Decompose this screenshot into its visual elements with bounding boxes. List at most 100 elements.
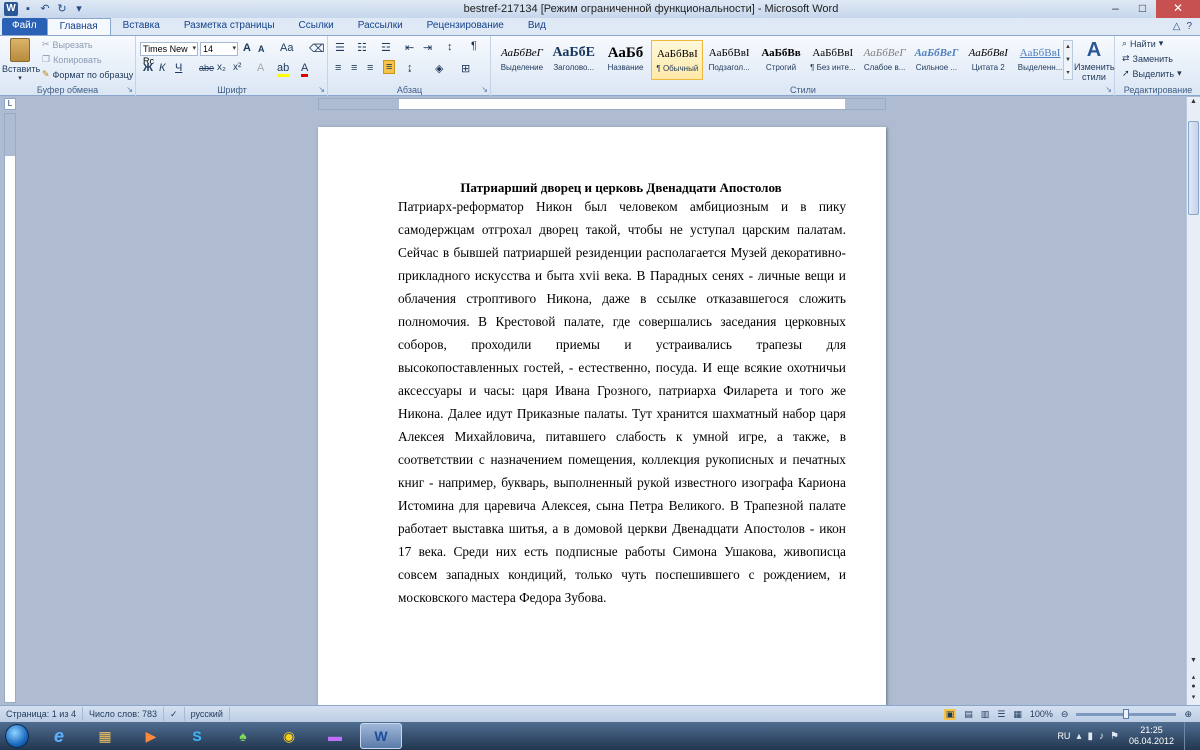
show-desktop-button[interactable] (1184, 722, 1194, 750)
spellcheck-icon[interactable]: ✓ (164, 707, 185, 721)
align-right-icon[interactable]: ≡ (367, 62, 373, 74)
style-subtitle[interactable]: АаБбВвІ Подзагол... (703, 40, 755, 80)
align-center-icon[interactable]: ≡ (351, 62, 357, 74)
tab-insert[interactable]: Вставка (111, 18, 172, 35)
language-indicator[interactable]: русский (185, 707, 230, 721)
word-taskbar-icon[interactable]: W (360, 723, 402, 749)
align-left-icon[interactable]: ≡ (335, 62, 341, 74)
dialog-launcher-icon[interactable]: ↘ (481, 85, 488, 94)
superscript-button[interactable]: x² (233, 62, 241, 73)
style-normal[interactable]: АаБбВвІ ¶ Обычный (651, 40, 704, 80)
style-subtle-emphasis[interactable]: АаБбВеГ Слабое в... (859, 40, 911, 80)
style-intense-quote[interactable]: АаБбВвІ Выделенн... (1014, 40, 1066, 80)
change-styles-button[interactable]: A Изменить стили (1074, 38, 1115, 82)
dialog-launcher-icon[interactable]: ↘ (126, 85, 133, 94)
volume-icon[interactable]: ♪ (1099, 731, 1104, 742)
bold-button[interactable]: Ж (143, 62, 153, 74)
outline-icon[interactable]: ☰ (997, 709, 1005, 720)
vertical-scrollbar[interactable]: ▲ ▼ ▴ ● ▾ (1186, 97, 1200, 705)
next-page-icon[interactable]: ▾ (1188, 693, 1199, 704)
tab-page-layout[interactable]: Разметка страницы (172, 18, 287, 35)
find-button[interactable]: ⌕ Найти ▾ (1122, 38, 1163, 49)
undo-icon[interactable]: ↶ (38, 2, 52, 16)
replace-button[interactable]: ⇄ Заменить (1122, 53, 1173, 64)
draft-icon[interactable]: ▦ (1013, 709, 1022, 720)
vertical-ruler[interactable] (4, 113, 16, 703)
start-button[interactable] (0, 722, 34, 750)
font-size-combo[interactable]: 14 ▾ (200, 42, 238, 56)
style-intense-emphasis[interactable]: АаБбВеГ Сильное ... (911, 40, 963, 80)
decrease-indent-icon[interactable]: ⇤ (405, 41, 414, 54)
tab-home[interactable]: Главная (46, 18, 111, 35)
dialog-launcher-icon[interactable]: ↘ (318, 85, 325, 94)
flag-icon[interactable]: ⚑ (1110, 731, 1119, 742)
style-strong[interactable]: АаБбВв Строгий (755, 40, 807, 80)
cut-button[interactable]: ✂ Вырезать (42, 39, 93, 50)
customize-qat-icon[interactable]: ▾ (72, 2, 86, 16)
grow-font-button[interactable]: A (243, 42, 251, 54)
full-screen-icon[interactable]: ▤ (964, 709, 973, 720)
shrink-font-button[interactable]: A (258, 44, 265, 54)
font-color-button[interactable]: A (301, 62, 309, 77)
clear-format-icon[interactable]: ⌫ (309, 42, 325, 55)
format-painter-button[interactable]: ✎ Формат по образцу (42, 69, 133, 80)
archiver-icon[interactable]: ▬ (314, 723, 356, 749)
numbering-icon[interactable]: ☷ (357, 41, 367, 54)
zoom-slider-knob[interactable] (1123, 708, 1130, 719)
borders-icon[interactable]: ⊞ (461, 62, 470, 75)
tab-file[interactable]: Файл (2, 18, 47, 35)
media-player-icon[interactable]: ▶ (130, 723, 172, 749)
style-quote[interactable]: АаБбВвІ Цитата 2 (962, 40, 1014, 80)
web-layout-icon[interactable]: ▥ (981, 709, 990, 720)
underline-button[interactable]: Ч (175, 62, 182, 74)
text-effects-icon[interactable]: A (257, 62, 264, 74)
redo-icon[interactable]: ↻ (55, 2, 69, 16)
horizontal-ruler[interactable] (318, 98, 886, 110)
minimize-ribbon-icon[interactable]: △ (1173, 19, 1181, 35)
scrollbar-thumb[interactable] (1188, 121, 1199, 215)
clock[interactable]: 21:25 06.04.2012 (1125, 725, 1178, 747)
paste-button[interactable]: Вставить ▾ (2, 38, 40, 82)
styles-gallery-scroll[interactable]: ▲ ▼ ▾ (1063, 40, 1073, 80)
file-explorer-icon[interactable]: ▦ (84, 723, 126, 749)
close-button[interactable]: ✕ (1156, 0, 1200, 18)
justify-icon[interactable]: ≡ (383, 60, 396, 74)
save-icon[interactable]: ▪ (21, 2, 35, 16)
scroll-down-icon[interactable]: ▼ (1188, 657, 1199, 668)
page-counter[interactable]: Страница: 1 из 4 (0, 707, 83, 721)
tray-expand-icon[interactable]: ▴ (1076, 731, 1081, 742)
italic-button[interactable]: К (159, 62, 165, 74)
internet-explorer-icon[interactable]: e (38, 723, 80, 749)
language-indicator-tray[interactable]: RU (1057, 731, 1070, 741)
minimize-button[interactable]: – (1102, 0, 1129, 18)
chrome-icon[interactable]: ◉ (268, 723, 310, 749)
increase-indent-icon[interactable]: ⇥ (423, 41, 432, 54)
line-spacing-icon[interactable]: ↨ (407, 62, 413, 74)
zoom-level[interactable]: 100% (1030, 709, 1053, 719)
style-title[interactable]: АаБб Название (600, 40, 652, 80)
font-name-combo[interactable]: Times New Rc ▾ (140, 42, 198, 66)
skype-icon[interactable]: S (176, 723, 218, 749)
strikethrough-button[interactable]: abe (199, 63, 214, 73)
print-layout-icon[interactable]: ▣ (943, 708, 957, 720)
scroll-up-icon[interactable]: ▲ (1188, 98, 1199, 109)
zoom-in-icon[interactable]: ⊕ (1184, 709, 1192, 720)
show-marks-button[interactable]: ¶ (471, 40, 477, 52)
word-count[interactable]: Число слов: 783 (83, 707, 165, 721)
tab-selector-icon[interactable]: L (4, 98, 16, 110)
style-heading[interactable]: АаБбЕ Заголово... (548, 40, 600, 80)
tab-references[interactable]: Ссылки (287, 18, 346, 35)
tab-review[interactable]: Рецензирование (415, 18, 516, 35)
shading-icon[interactable]: ◈ (435, 62, 443, 75)
maximize-button[interactable]: □ (1129, 0, 1156, 18)
style-emphasis[interactable]: АаБбВеГ Выделение (496, 40, 548, 80)
word-app-icon[interactable]: W (4, 2, 18, 16)
select-button[interactable]: ➚ Выделить ▾ (1122, 68, 1182, 79)
zoom-slider[interactable] (1076, 708, 1177, 719)
zoom-out-icon[interactable]: ⊖ (1061, 709, 1069, 720)
sort-icon[interactable]: ↕ (447, 41, 453, 53)
dialog-launcher-icon[interactable]: ↘ (1105, 85, 1112, 94)
style-no-spacing[interactable]: АаБбВвІ ¶ Без инте... (807, 40, 859, 80)
document-page[interactable]: Патриарший дворец и церковь Двенадцати А… (318, 127, 886, 705)
games-icon[interactable]: ♠ (222, 723, 264, 749)
